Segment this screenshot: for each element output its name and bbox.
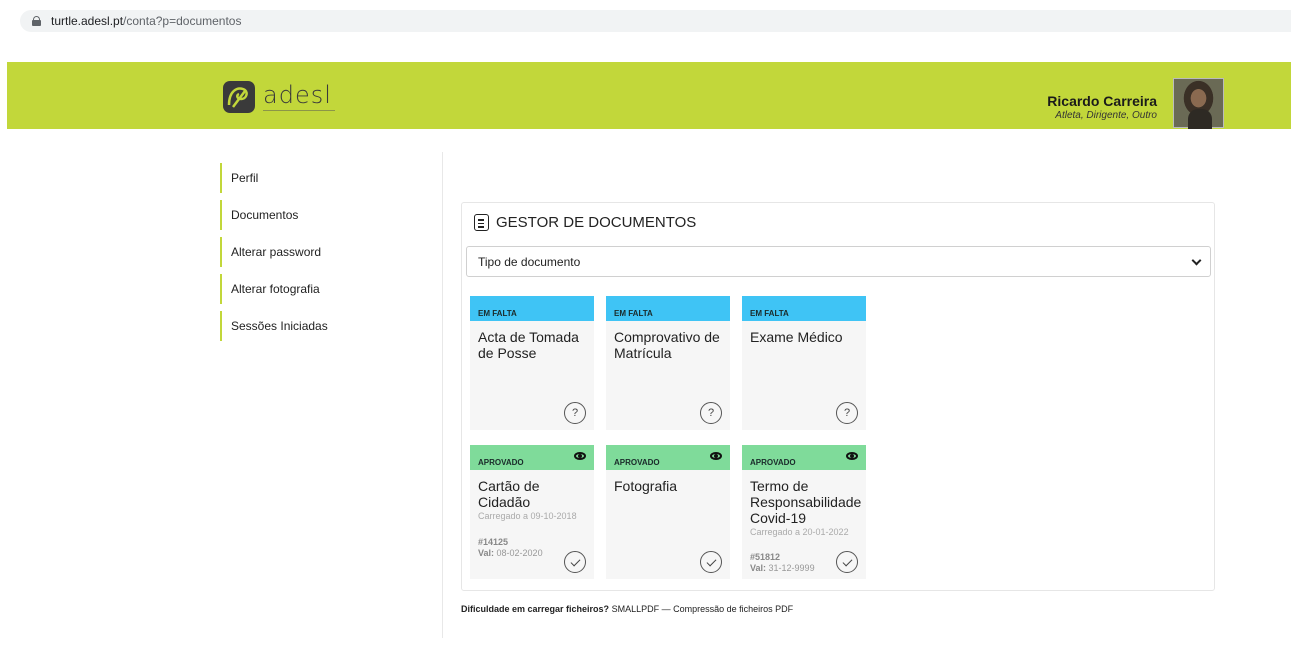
document-card-acta[interactable]: EM FALTA Acta de Tomada de Posse ?: [470, 296, 594, 430]
logo-wordmark: adesl: [263, 81, 335, 111]
upload-help-note: Dificuldade em carregar ficheiros? SMALL…: [461, 604, 793, 614]
validity-date: 31-12-9999: [768, 563, 815, 573]
sidebar-item-alterar-password[interactable]: Alterar password: [220, 237, 410, 267]
document-card-exame[interactable]: EM FALTA Exame Médico ?: [742, 296, 866, 430]
sidebar-item-label: Alterar fotografia: [231, 282, 320, 296]
status-badge: APROVADO: [750, 458, 796, 467]
document-card-termo-covid[interactable]: APROVADO Termo de Responsabilidade Covid…: [742, 445, 866, 579]
document-title: Fotografia: [614, 478, 678, 494]
upload-date: Carregado a 20-01-2022: [750, 527, 849, 537]
smallpdf-link[interactable]: SMALLPDF: [612, 604, 660, 614]
sidebar-item-label: Alterar password: [231, 245, 322, 259]
status-badge: EM FALTA: [614, 309, 653, 318]
validity-date: 08-02-2020: [496, 548, 543, 558]
help-icon[interactable]: ?: [836, 402, 858, 424]
status-band: APROVADO: [470, 445, 594, 470]
sidebar-item-label: Documentos: [231, 208, 299, 222]
status-band: APROVADO: [742, 445, 866, 470]
sidebar-item-label: Sessões Iniciadas: [231, 319, 328, 333]
document-title: Comprovativo de Matrícula: [614, 329, 720, 361]
document-meta: #51812 Val: 31-12-9999: [750, 552, 815, 574]
user-name: Ricardo Carreira: [1047, 93, 1157, 109]
upload-date: Carregado a 09-10-2018: [478, 511, 577, 521]
logo-mark-icon: [223, 81, 255, 113]
user-info: Ricardo Carreira Atleta, Dirigente, Outr…: [1047, 93, 1157, 121]
address-bar[interactable]: turtle.adesl.pt/conta?p=documentos: [20, 10, 1291, 32]
account-sidebar: Perfil Documentos Alterar password Alter…: [220, 163, 410, 348]
document-card-comprovativo[interactable]: EM FALTA Comprovativo de Matrícula ?: [606, 296, 730, 430]
document-title: Exame Médico: [750, 329, 843, 345]
eye-icon[interactable]: [574, 451, 586, 460]
validity-label: Val:: [478, 548, 495, 558]
validity-label: Val:: [750, 563, 767, 573]
document-title: Termo de Responsabilidade Covid-19: [750, 478, 862, 526]
status-badge: EM FALTA: [750, 309, 789, 318]
document-title: Acta de Tomada de Posse: [478, 329, 579, 361]
sidebar-item-sessoes-iniciadas[interactable]: Sessões Iniciadas: [220, 311, 410, 341]
document-meta: #14125 Val: 08-02-2020: [478, 537, 543, 559]
document-ref: #14125: [478, 537, 509, 547]
panel-title: GESTOR DE DOCUMENTOS: [474, 214, 696, 231]
sidebar-item-documentos[interactable]: Documentos: [220, 200, 410, 230]
lock-icon: [32, 16, 41, 26]
url-path: /conta?p=documentos: [123, 14, 242, 28]
select-value: Tipo de documento: [478, 254, 581, 269]
sidebar-item-alterar-fotografia[interactable]: Alterar fotografia: [220, 274, 410, 304]
status-band: APROVADO: [606, 445, 730, 470]
document-ref: #51812: [750, 552, 781, 562]
avatar[interactable]: [1173, 78, 1224, 129]
status-band: EM FALTA: [742, 296, 866, 321]
document-icon: [474, 214, 489, 231]
help-question: Dificuldade em carregar ficheiros?: [461, 604, 610, 614]
help-icon[interactable]: ?: [564, 402, 586, 424]
help-icon[interactable]: ?: [700, 402, 722, 424]
document-card-cartao[interactable]: APROVADO Cartão de Cidadão Carregado a 0…: [470, 445, 594, 579]
sidebar-item-label: Perfil: [231, 171, 259, 185]
vertical-divider: [442, 152, 443, 638]
document-card-fotografia[interactable]: APROVADO Fotografia: [606, 445, 730, 579]
check-circle-icon: [564, 551, 586, 573]
user-roles: Atleta, Dirigente, Outro: [1055, 110, 1157, 121]
status-badge: APROVADO: [478, 458, 524, 467]
status-badge: EM FALTA: [478, 309, 517, 318]
document-type-select[interactable]: Tipo de documento: [466, 246, 1211, 277]
dash-separator: —: [661, 604, 671, 614]
eye-icon[interactable]: [710, 451, 722, 460]
site-logo[interactable]: adesl: [223, 81, 335, 113]
sidebar-item-perfil[interactable]: Perfil: [220, 163, 410, 193]
status-badge: APROVADO: [614, 458, 660, 467]
check-circle-icon: [700, 551, 722, 573]
help-description: Compressão de ficheiros PDF: [673, 604, 794, 614]
chevron-down-icon: [1191, 255, 1202, 266]
status-band: EM FALTA: [470, 296, 594, 321]
status-band: EM FALTA: [606, 296, 730, 321]
site-header: adesl Ricardo Carreira Atleta, Dirigente…: [7, 62, 1291, 129]
eye-icon[interactable]: [846, 451, 858, 460]
document-manager-panel: GESTOR DE DOCUMENTOS Tipo de documento E…: [461, 202, 1215, 591]
url-domain: turtle.adesl.pt: [51, 14, 124, 28]
document-title: Cartão de Cidadão: [478, 478, 540, 510]
check-circle-icon: [836, 551, 858, 573]
panel-title-text: GESTOR DE DOCUMENTOS: [496, 214, 697, 231]
